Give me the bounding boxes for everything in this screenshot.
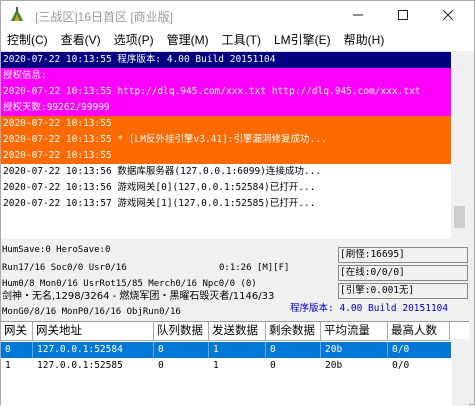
cell-queue: 0 [158,360,164,371]
cell-remaining: 0 [270,360,276,371]
server-window: [三战区]16日首区 [商业版] 控制(C) 查看(V) 选项(P) 管理(M)… [0,0,475,406]
maximize-icon [398,10,408,20]
counter-status: Hum0/8 Mon0/16 UsrRot15/85 Merch0/16 Npc… [2,279,257,289]
log-line: 2020-07-22 10:13:55 http://dlq.945.com/x… [1,84,468,100]
refresh-monster-box: [刷怪:16695] [338,247,468,263]
cell-gateway: 0 [1,342,33,358]
log-panel[interactable]: 2020-07-22 10:13:55 程序版本: 4.00 Build 201… [1,51,468,239]
col-sent[interactable]: 发送数据 [209,322,266,341]
log-line: 2020-07-22 10:13:55 [1,116,468,132]
cell-address: 127.0.0.1:52585 [37,360,123,371]
log-line: 2020-07-22 10:13:56 游戏网关[0](127.0.0.1:52… [1,180,468,196]
cell-gateway: 1 [5,360,11,371]
menu-view[interactable]: 查看(V) [56,31,106,51]
table-scrollbar[interactable] [452,339,469,406]
save-status: HumSave:0 HeroSave:0 [2,245,111,255]
cell-sent: 1 [213,360,219,371]
table-row[interactable]: 1 127.0.0.1:52585 0 1 0 20b 0/0 [1,358,451,374]
maximize-button[interactable] [381,1,425,29]
cell-remaining: 0 [266,342,321,358]
log-line: 授权天数:99262/99999 [1,100,468,116]
col-avg-traffic[interactable]: 平均流量 [321,322,388,341]
menu-lm-engine[interactable]: LM引擎(E) [269,31,336,51]
online-box: [在线:0/0/0] [338,265,468,281]
monster-status: MonG0/8/16 MonP0/16/16 ObjRun0/16 [2,307,181,317]
cell-sent: 1 [209,342,266,358]
window-title: [三战区]16日首区 [商业版] [35,10,174,24]
app-icon [11,7,23,21]
menu-control[interactable]: 控制(C) [2,31,53,51]
close-button[interactable] [426,1,470,29]
col-address[interactable]: 网关地址 [33,322,154,341]
col-remaining[interactable]: 剩余数据 [266,322,321,341]
menu-tools[interactable]: 工具(T) [217,31,266,51]
run-status: Run17/16 Soc0/0 Usr0/16 [2,263,127,273]
log-line: 2020-07-22 10:13:57 游戏网关[1](127.0.0.1:52… [1,196,468,212]
col-gateway[interactable]: 网关 [1,322,33,341]
engine-box: [引擎:0.001无] [338,283,468,299]
log-line: 2020-07-22 10:13:55 程序版本: 4.00 Build 201… [1,52,468,68]
title-bar[interactable]: [三战区]16日首区 [商业版] [1,1,474,31]
version-label: 程序版本: 4.00 Build 20151104 [290,303,449,314]
menu-options[interactable]: 选项(P) [109,31,159,51]
log-line: 2020-07-22 10:13:55 * [LM反外挂引擎v3.41]:引擎漏… [1,132,468,148]
log-scrollbar-thumb[interactable] [454,206,465,228]
log-line: 2020-07-22 10:13:56 数据库服务器(127.0.0.1:609… [1,164,468,180]
col-queue[interactable]: 队列数据 [154,322,209,341]
cell-avg-traffic: 20b [321,342,388,358]
uptime-status: 0:1:26 [M][F] [219,263,290,273]
minimize-icon [353,14,363,16]
gateway-table[interactable]: 网关 网关地址 队列数据 发送数据 剩余数据 平均流量 最高人数 0 127.0… [1,321,469,406]
col-max-users[interactable]: 最高人数 [388,322,450,341]
close-icon [442,9,454,21]
log-line: 2020-07-22 10:13:55 [1,148,468,164]
table-row[interactable]: 0 127.0.0.1:52584 0 1 0 20b 0/0 [1,342,451,358]
menu-bar: 控制(C) 查看(V) 选项(P) 管理(M) 工具(T) LM引擎(E) 帮助… [1,31,474,51]
minimize-button[interactable] [336,1,380,29]
cell-avg-traffic: 20b [325,360,343,371]
menu-help[interactable]: 帮助(H) [339,31,390,51]
cell-max-users: 0/0 [392,344,410,355]
boss-status: 剑神・无名,1298/3264 - 燃烧军团・黑曜石毁灭者/1146/33 [2,291,275,302]
log-line: 授权信息: [1,68,468,84]
log-scrollbar[interactable] [451,51,468,239]
cell-max-users: 0/0 [392,360,410,371]
table-header: 网关 网关地址 队列数据 发送数据 剩余数据 平均流量 最高人数 [1,322,450,341]
cell-address: 127.0.0.1:52584 [33,342,154,358]
cell-queue: 0 [154,342,209,358]
menu-manage[interactable]: 管理(M) [162,31,214,51]
